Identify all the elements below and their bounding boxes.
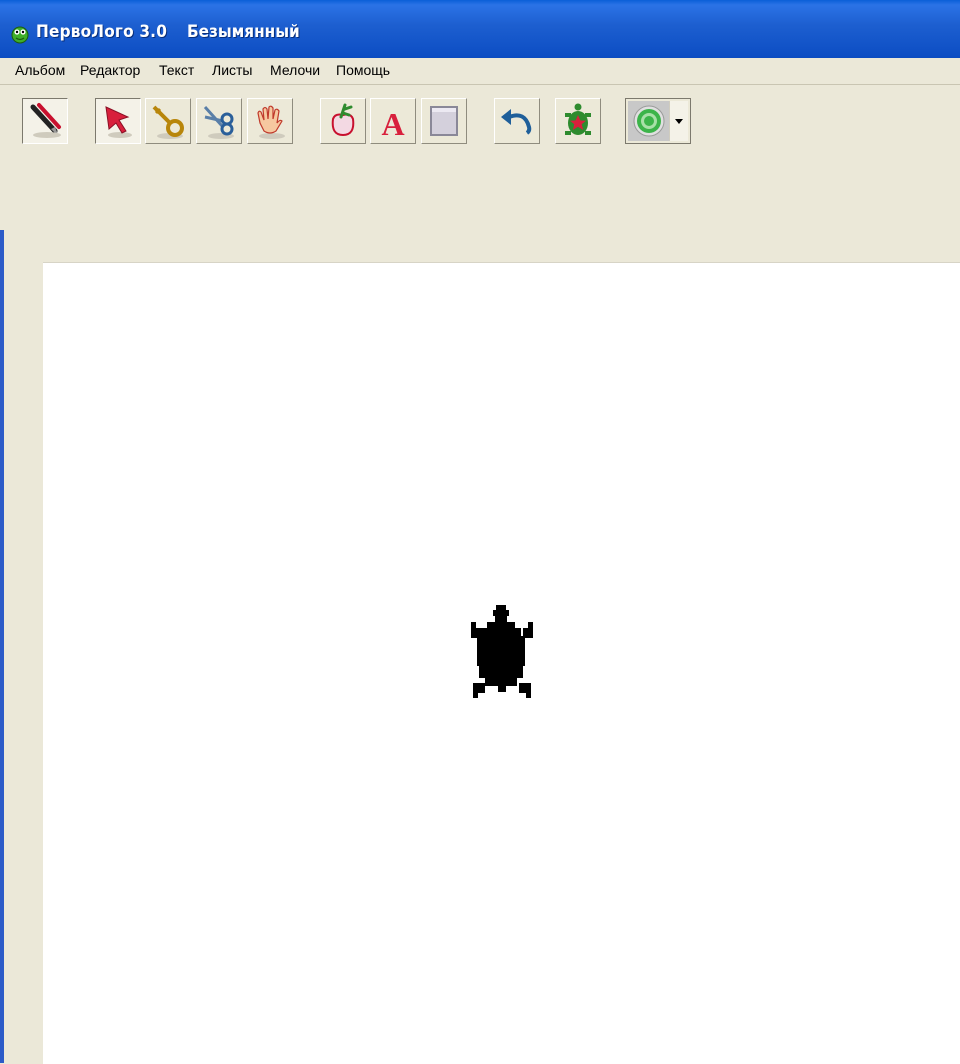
menu-sheets[interactable]: Листы bbox=[212, 62, 252, 78]
turtle-star-button[interactable] bbox=[555, 98, 601, 144]
menu-editor[interactable]: Редактор bbox=[80, 62, 140, 78]
menu-text[interactable]: Текст bbox=[159, 62, 194, 78]
app-title: ПервоЛого 3.0 bbox=[36, 22, 168, 42]
new-turtle-icon bbox=[331, 103, 355, 137]
menu-bar: Альбом Редактор Текст Листы Мелочи Помощ… bbox=[0, 58, 960, 85]
text-tool-icon: A bbox=[381, 106, 404, 141]
color-target-icon bbox=[633, 105, 665, 137]
window-edge bbox=[0, 230, 4, 1063]
box-tool-icon bbox=[430, 106, 458, 136]
hand-icon bbox=[257, 105, 285, 139]
new-turtle-button[interactable] bbox=[320, 98, 366, 144]
undo-icon bbox=[501, 109, 532, 135]
turtle-icon[interactable] bbox=[471, 605, 533, 700]
document-title: Безымянный bbox=[187, 22, 300, 42]
menu-help[interactable]: Помощь bbox=[336, 62, 390, 78]
color-swatch[interactable] bbox=[628, 101, 671, 141]
select-arrow-button[interactable] bbox=[95, 98, 141, 144]
title-bar: ПервоЛого 3.0 Безымянный bbox=[0, 0, 960, 63]
menu-album[interactable]: Альбом bbox=[15, 62, 65, 78]
key-icon bbox=[152, 105, 184, 139]
pen-brush-button[interactable] bbox=[22, 98, 68, 144]
box-tool-button[interactable] bbox=[421, 98, 467, 144]
chevron-down-icon bbox=[675, 119, 683, 124]
color-dropdown[interactable] bbox=[625, 98, 691, 144]
arrow-pointer-icon bbox=[105, 106, 132, 138]
undo-button[interactable] bbox=[494, 98, 540, 144]
key-button[interactable] bbox=[145, 98, 191, 144]
menu-misc[interactable]: Мелочи bbox=[270, 62, 320, 78]
scissors-button[interactable] bbox=[196, 98, 242, 144]
frog-logo-icon bbox=[11, 26, 29, 44]
svg-text:A: A bbox=[381, 106, 404, 141]
text-tool-button[interactable]: A bbox=[370, 98, 416, 144]
pen-brush-icon bbox=[30, 103, 61, 138]
scissors-icon bbox=[203, 105, 234, 139]
toolbar: A bbox=[0, 86, 960, 262]
dropdown-toggle[interactable] bbox=[669, 101, 688, 141]
hand-button[interactable] bbox=[247, 98, 293, 144]
turtle-star-icon bbox=[565, 103, 591, 135]
